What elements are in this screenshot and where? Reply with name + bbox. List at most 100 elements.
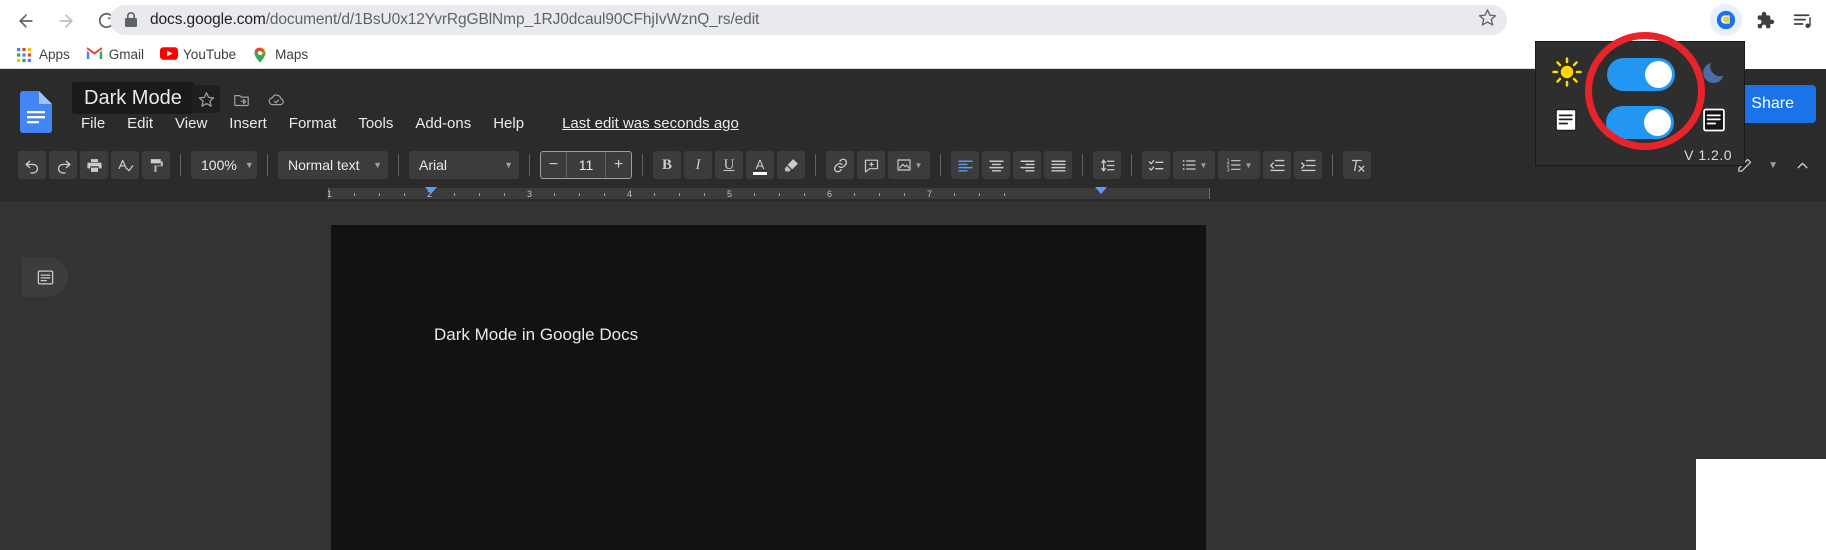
theme-toggle-switch[interactable] [1607, 57, 1675, 91]
menu-add-ons[interactable]: Add-ons [404, 113, 482, 134]
chevron-down-icon: ▼ [1244, 160, 1253, 170]
move-to-folder-icon[interactable] [227, 85, 255, 113]
menu-insert[interactable]: Insert [218, 113, 278, 134]
lock-icon [124, 12, 138, 28]
google-docs-logo[interactable] [20, 91, 52, 133]
ruler-number: 5 [727, 189, 733, 199]
ruler-number: 4 [627, 189, 633, 199]
increase-indent-button[interactable] [1294, 151, 1322, 179]
insert-link-button[interactable] [826, 151, 854, 179]
align-justify-button[interactable] [1044, 151, 1072, 179]
zoom-value: 100% [201, 157, 237, 173]
align-left-button[interactable] [951, 151, 979, 179]
star-icon[interactable] [192, 85, 220, 113]
menu-help[interactable]: Help [482, 113, 535, 134]
highlight-color-button[interactable] [777, 151, 805, 179]
dark-mode-extension-icon[interactable] [1710, 4, 1742, 36]
bookmark-apps[interactable]: Apps [8, 43, 78, 67]
bold-button[interactable]: B [653, 151, 681, 179]
title-action-icons [192, 85, 290, 113]
dark-mode-extension-popup: V 1.2.0 [1535, 41, 1745, 166]
document-page[interactable]: Dark Mode in Google Docs [331, 225, 1206, 550]
align-center-button[interactable] [982, 151, 1010, 179]
page-style-toggle-switch[interactable] [1606, 105, 1674, 139]
right-side-panel [1696, 459, 1826, 550]
underline-button[interactable]: U [715, 151, 743, 179]
clear-formatting-button[interactable] [1343, 151, 1371, 179]
menu-file[interactable]: File [70, 113, 116, 134]
paint-format-button[interactable] [142, 151, 170, 179]
menu-edit[interactable]: Edit [116, 113, 164, 134]
menu-view[interactable]: View [164, 113, 218, 134]
last-edit-status[interactable]: Last edit was seconds ago [562, 115, 739, 132]
paragraph-style-dropdown[interactable]: Normal text ▼ [278, 151, 388, 179]
text-color-button[interactable]: A [746, 151, 774, 179]
bookmark-youtube[interactable]: YouTube [152, 43, 244, 67]
ruler-tick [854, 193, 855, 196]
align-right-button[interactable] [1013, 151, 1041, 179]
document-title[interactable]: Dark Mode [72, 82, 194, 114]
add-comment-button[interactable] [857, 151, 885, 179]
bookmark-maps[interactable]: Maps [244, 43, 316, 67]
maps-pin-icon [252, 47, 268, 63]
gmail-icon [86, 46, 102, 63]
font-size-stepper: − 11 + [540, 151, 632, 179]
url-text: docs.google.com/document/d/1BsU0x12YvrRg… [150, 11, 1478, 29]
decrease-indent-button[interactable] [1263, 151, 1291, 179]
insert-image-button[interactable]: ▼ [888, 151, 930, 179]
font-dropdown[interactable]: Arial ▼ [409, 151, 519, 179]
font-size-value[interactable]: 11 [566, 152, 606, 178]
checklist-button[interactable] [1142, 151, 1170, 179]
numbered-list-button[interactable]: 123 ▼ [1218, 151, 1260, 179]
bookmark-gmail[interactable]: Gmail [78, 43, 152, 67]
ruler-number: 3 [527, 189, 533, 199]
chevron-down-icon[interactable]: ▼ [1768, 160, 1778, 171]
docs-menu-bar: File Edit View Insert Format Tools Add-o… [70, 113, 739, 134]
document-body-text[interactable]: Dark Mode in Google Docs [434, 325, 638, 345]
line-spacing-button[interactable] [1093, 151, 1121, 179]
ruler-tick [579, 193, 580, 196]
document-ruler[interactable]: 1 2 3 4 5 6 7 [0, 185, 1826, 201]
ruler-tick [454, 193, 455, 196]
toggle-knob [1644, 108, 1671, 136]
toolbar-divider [1131, 154, 1132, 176]
ruler-tick [379, 193, 380, 196]
font-size-increase-button[interactable]: + [606, 152, 631, 178]
address-bar[interactable]: docs.google.com/document/d/1BsU0x12YvrRg… [110, 5, 1507, 35]
toolbar-divider [529, 154, 530, 176]
toolbar-divider [180, 154, 181, 176]
hide-menus-button[interactable] [1788, 151, 1816, 179]
toolbar-divider [815, 154, 816, 176]
document-canvas: Dark Mode in Google Docs [0, 201, 1826, 550]
page-style-toggle-row [1536, 98, 1744, 146]
forward-button[interactable] [46, 1, 86, 41]
ruler-tick [904, 193, 905, 196]
ruler-track: 1 2 3 4 5 6 7 [327, 188, 1210, 199]
font-size-decrease-button[interactable]: − [541, 152, 566, 178]
redo-button[interactable] [49, 151, 77, 179]
menu-format[interactable]: Format [278, 113, 348, 134]
right-indent-marker[interactable] [1095, 187, 1107, 194]
bookmark-label: YouTube [183, 47, 237, 62]
menu-tools[interactable]: Tools [347, 113, 404, 134]
text-color-swatch [753, 171, 767, 175]
spellcheck-button[interactable] [111, 151, 139, 179]
toggle-knob [1645, 60, 1672, 88]
sun-icon [1552, 56, 1582, 92]
bookmark-label: Maps [275, 47, 309, 62]
undo-button[interactable] [18, 151, 46, 179]
extensions-puzzle-icon[interactable] [1748, 4, 1780, 36]
bulleted-list-button[interactable]: ▼ [1173, 151, 1215, 179]
left-indent-marker[interactable] [425, 187, 437, 194]
chrome-menu-icon[interactable] [1786, 4, 1818, 36]
print-button[interactable] [80, 151, 108, 179]
cloud-saved-icon[interactable] [262, 85, 290, 113]
back-button[interactable] [6, 1, 46, 41]
ruler-tick [679, 193, 680, 196]
bookmark-star-icon[interactable] [1478, 8, 1497, 32]
ruler-tick [1004, 193, 1005, 196]
youtube-icon [160, 46, 179, 63]
zoom-dropdown[interactable]: 100% ▼ [191, 151, 257, 179]
italic-button[interactable]: I [684, 151, 712, 179]
document-outline-button[interactable] [22, 257, 68, 297]
